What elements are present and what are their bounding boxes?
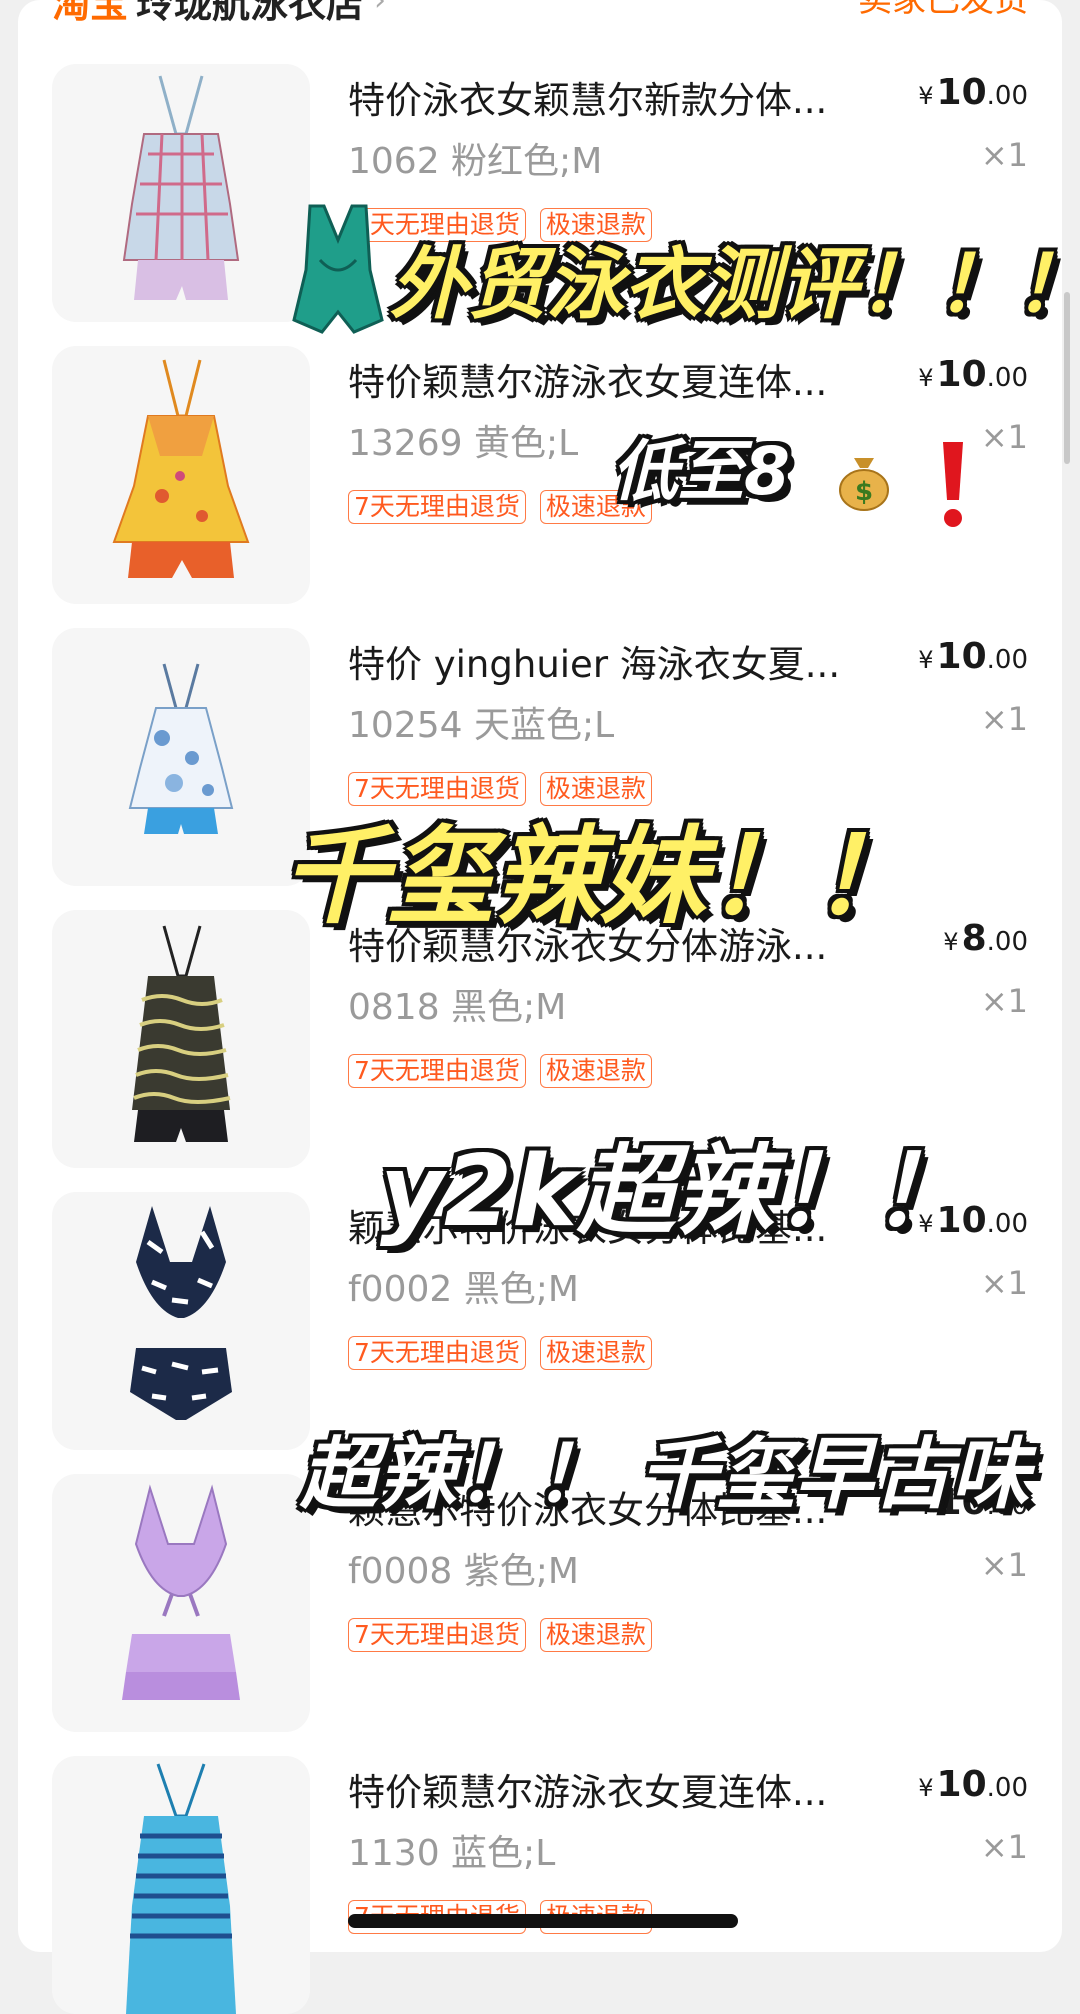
svg-text:$: $ <box>855 477 873 507</box>
exclamation-icon <box>935 438 971 530</box>
money-bag-icon: $ <box>832 448 896 512</box>
fast-refund-tag: 极速退款 <box>539 1054 652 1088</box>
item-title[interactable]: 特价颖慧尔游泳衣女夏连体... <box>348 1762 938 1816</box>
item-price: ¥10.00 <box>918 72 1028 113</box>
item-title[interactable]: 特价泳衣女颖慧尔新款分体... <box>348 70 938 124</box>
product-image[interactable] <box>52 628 310 886</box>
item-price: ¥10.00 <box>918 636 1028 677</box>
return-policy-tag: 7天无理由退货 <box>348 1618 526 1652</box>
product-image[interactable] <box>52 64 310 322</box>
shop-header[interactable]: 淘宝 玲珑航泳衣店 › <box>52 0 386 28</box>
swimsuit-sticker-icon <box>290 200 386 336</box>
item-variant: 1062 粉红色;M <box>348 141 603 182</box>
service-tags: 7天无理由退货 极速退款 <box>348 1336 652 1370</box>
product-image[interactable] <box>52 346 310 604</box>
item-quantity: ×1 <box>980 982 1028 1020</box>
product-image[interactable] <box>52 1474 310 1732</box>
product-image[interactable] <box>52 1192 310 1450</box>
item-variant: 10254 天蓝色;L <box>348 705 615 746</box>
home-indicator[interactable] <box>348 1914 738 1928</box>
item-variant: f0002 黑色;M <box>348 1269 579 1310</box>
item-price: ¥8.00 <box>943 918 1028 959</box>
service-tags: 7天无理由退货 极速退款 <box>348 1618 652 1652</box>
service-tags: 7天无理由退货 极速退款 <box>348 1054 652 1088</box>
item-price: ¥10.00 <box>918 1764 1028 1805</box>
order-status: 卖家已发货 <box>858 0 1028 20</box>
return-policy-tag: 7天无理由退货 <box>348 1054 526 1088</box>
hot-style-caption: 超辣！！ 千玺早古味 <box>300 1430 1030 1520</box>
item-variant: 1130 蓝色;L <box>348 1833 556 1874</box>
headline-caption: 外贸泳衣测评！！！ <box>390 240 1080 330</box>
item-quantity: ×1 <box>980 1264 1028 1302</box>
item-price: ¥10.00 <box>918 354 1028 395</box>
item-title[interactable]: 特价 yinghuier 海泳衣女夏... <box>348 634 938 688</box>
shop-name[interactable]: 玲珑航泳衣店 <box>136 0 364 28</box>
item-quantity: ×1 <box>980 700 1028 738</box>
fast-refund-tag: 极速退款 <box>539 1336 652 1370</box>
y2k-caption: y2k超辣！！ <box>380 1135 970 1249</box>
chevron-right-icon: › <box>374 0 387 18</box>
item-title[interactable]: 特价颖慧尔游泳衣女夏连体... <box>348 352 938 406</box>
return-policy-tag: 7天无理由退货 <box>348 1336 526 1370</box>
order-item[interactable]: 特价颖慧尔游泳衣女夏连体... ¥10.00 1130 蓝色;L ×1 7天无理… <box>52 1756 1032 2014</box>
item-quantity: ×1 <box>980 136 1028 174</box>
product-image[interactable] <box>52 1756 310 2014</box>
millennium-caption: 千玺辣妹！！ <box>282 815 918 938</box>
return-policy-tag: 7天无理由退货 <box>348 490 526 524</box>
fast-refund-tag: 极速退款 <box>539 1618 652 1652</box>
item-quantity: ×1 <box>980 1828 1028 1866</box>
item-variant: 13269 黄色;L <box>348 423 579 464</box>
item-variant: f0008 紫色;M <box>348 1551 579 1592</box>
item-quantity: ×1 <box>980 418 1028 456</box>
item-variant: 0818 黑色;M <box>348 987 567 1028</box>
product-image[interactable] <box>52 910 310 1168</box>
item-quantity: ×1 <box>980 1546 1028 1584</box>
platform-label: 淘宝 <box>52 0 129 26</box>
scrollbar[interactable] <box>1064 292 1070 464</box>
service-tags: 7天无理由退货 极速退款 <box>348 490 652 524</box>
low-price-caption: 低至8 <box>612 433 790 510</box>
